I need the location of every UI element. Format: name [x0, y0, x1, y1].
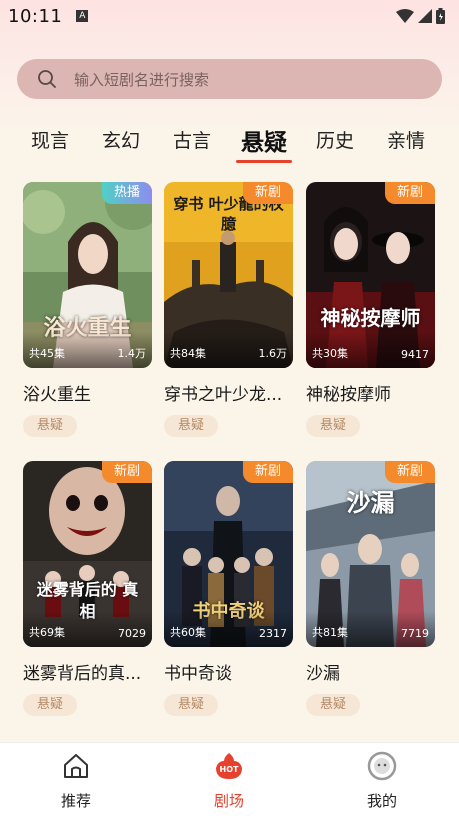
drama-card[interactable]: 迷雾背后的 真相 新剧 共69集 7029 迷雾背后的真... 悬疑: [23, 461, 152, 716]
active-tab-indicator: [236, 160, 292, 163]
episode-count: 共30集: [312, 347, 348, 360]
poster-title: 沙漏: [346, 488, 395, 517]
tab-lishi[interactable]: 历史: [316, 126, 354, 153]
episode-count: 共81集: [312, 626, 348, 639]
poster-title: 神秘按摩师: [320, 306, 421, 330]
hot-icon-text: HOT: [220, 765, 239, 774]
genre-tag: 悬疑: [164, 415, 219, 437]
nav-theater[interactable]: HOT 剧场: [189, 751, 269, 811]
category-tabs: 现言 玄幻 古言 悬疑 历史 亲情: [0, 120, 459, 168]
genre-tag: 悬疑: [23, 415, 78, 437]
drama-poster[interactable]: 神秘按摩师 新剧 共30集 9417: [306, 182, 435, 368]
new-badge: 新剧: [101, 461, 152, 483]
drama-title[interactable]: 书中奇谈: [164, 659, 294, 684]
nav-recommend[interactable]: 推荐: [36, 751, 116, 811]
search-icon: [38, 70, 56, 88]
view-count: 7719: [401, 627, 429, 640]
tab-qinqing[interactable]: 亲情: [387, 126, 425, 153]
tab-xuanhuan[interactable]: 玄幻: [102, 126, 140, 153]
genre-tag: 悬疑: [306, 694, 361, 716]
tab-guyan[interactable]: 古言: [173, 126, 211, 153]
drama-poster[interactable]: 迷雾背后的 真相 新剧 共69集 7029: [23, 461, 152, 647]
drama-title[interactable]: 神秘按摩师: [306, 380, 436, 405]
drama-poster[interactable]: 浴火重生 热播 共45集 1.4万: [23, 182, 152, 368]
status-time: 10:11: [8, 5, 63, 27]
episode-count: 共45集: [29, 347, 65, 360]
hot-badge: 热播: [101, 182, 152, 204]
nav-label: 推荐: [60, 792, 91, 810]
nav-label: 剧场: [213, 792, 244, 810]
genre-tag: 悬疑: [23, 694, 78, 716]
bottom-nav: 推荐 HOT 剧场 我的: [0, 742, 459, 816]
drama-title[interactable]: 沙漏: [306, 659, 436, 684]
drama-poster[interactable]: 穿书 叶少龍的权臆 新剧 共84集 1.6万: [164, 182, 293, 368]
view-count: 7029: [118, 627, 146, 640]
new-badge: 新剧: [242, 182, 293, 204]
drama-card[interactable]: 神秘按摩师 新剧 共30集 9417 神秘按摩师 悬疑: [306, 182, 435, 437]
view-count: 1.4万: [117, 347, 147, 360]
new-badge: 新剧: [384, 182, 435, 204]
drama-card[interactable]: 书中奇谈 新剧 共60集 2317 书中奇谈 悬疑: [164, 461, 293, 716]
nav-label: 我的: [366, 792, 397, 810]
view-count: 9417: [401, 348, 429, 361]
new-badge: 新剧: [384, 461, 435, 483]
episode-count: 共84集: [170, 347, 206, 360]
episode-count: 共69集: [29, 626, 65, 639]
view-count: 1.6万: [258, 347, 288, 360]
episode-count: 共60集: [170, 626, 206, 639]
drama-title[interactable]: 迷雾背后的真...: [23, 659, 153, 684]
drama-poster[interactable]: 书中奇谈 新剧 共60集 2317: [164, 461, 293, 647]
drama-title[interactable]: 浴火重生: [23, 380, 153, 405]
tab-xuanyi[interactable]: 悬疑: [241, 123, 287, 157]
tab-xianyan[interactable]: 现言: [31, 126, 69, 153]
drama-title[interactable]: 穿书之叶少龙...: [164, 380, 294, 405]
notification-icon: A: [76, 10, 89, 22]
search-input[interactable]: 输入短剧名进行搜索: [17, 59, 442, 99]
genre-tag: 悬疑: [306, 415, 361, 437]
new-badge: 新剧: [242, 461, 293, 483]
drama-card[interactable]: 浴火重生 热播 共45集 1.4万 浴火重生 悬疑: [23, 182, 152, 437]
nav-mine[interactable]: 我的: [342, 751, 422, 811]
battery-icon: [436, 8, 445, 24]
drama-card[interactable]: 沙漏 新剧 共81集 7719 沙漏 悬疑: [306, 461, 435, 716]
wifi-icon: [396, 9, 414, 23]
signal-icon: [418, 9, 432, 23]
status-bar: 10:11 A: [0, 0, 459, 32]
view-count: 2317: [259, 627, 287, 640]
home-icon: [64, 754, 88, 778]
search-placeholder: 输入短剧名进行搜索: [74, 70, 210, 89]
drama-poster[interactable]: 沙漏 新剧 共81集 7719: [306, 461, 435, 647]
genre-tag: 悬疑: [164, 694, 219, 716]
drama-card[interactable]: 穿书 叶少龍的权臆 新剧 共84集 1.6万 穿书之叶少龙... 悬疑: [164, 182, 293, 437]
profile-icon: [367, 751, 397, 781]
hot-icon: HOT: [216, 753, 242, 779]
